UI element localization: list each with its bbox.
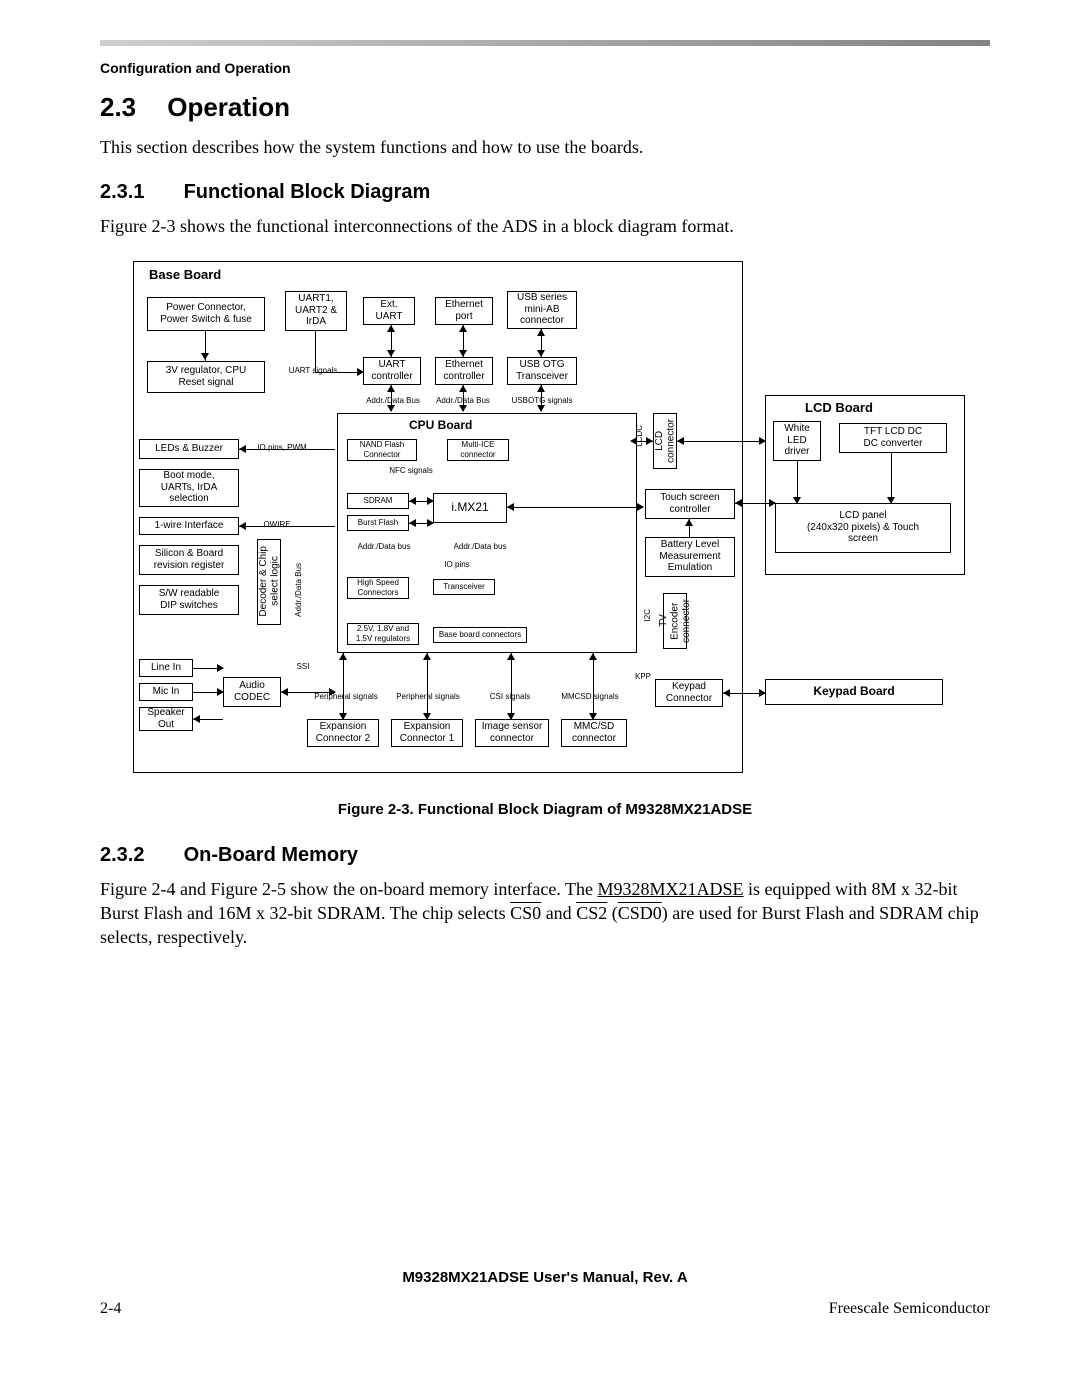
ethernet-port-box: Ethernetport (435, 297, 493, 325)
body-text: ( (607, 903, 618, 923)
usb-miniab-box: USB seriesmini-ABconnector (507, 291, 577, 329)
footer-company: Freescale Semiconductor (829, 1300, 990, 1318)
tv-encoder-label: TVEncoderconnector (658, 599, 693, 643)
body-text: and (541, 903, 576, 923)
section-title: Operation (167, 92, 290, 122)
white-led-box: WhiteLEDdriver (773, 421, 821, 461)
sig-ssi: SSI (291, 663, 315, 672)
3v-regulator-box: 3V regulator, CPUReset signal (147, 361, 265, 393)
audio-codec-box: AudioCODEC (223, 677, 281, 707)
tft-dc-box: TFT LCD DCDC converter (839, 423, 947, 453)
footer-manual-title: M9328MX21ADSE User's Manual, Rev. A (100, 1269, 990, 1286)
figure-caption: Figure 2-3. Functional Block Diagram of … (100, 801, 990, 818)
lcd-connector-label: LCDconnector (654, 419, 677, 463)
decoder-label: Decoder & Chipselect logic (258, 546, 281, 617)
csd0-label: CSD0 (618, 903, 662, 923)
imx21-box: i.MX21 (433, 493, 507, 523)
section-title: On-Board Memory (184, 844, 358, 866)
section-2.3.1-body: Figure 2-3 shows the functional intercon… (100, 214, 990, 238)
nand-flash-box: NAND FlashConnector (347, 439, 417, 461)
burst-flash-box: Burst Flash (347, 515, 409, 531)
sig-io-pins: IO pins (435, 561, 479, 570)
uart-controller-box: UARTcontroller (363, 357, 421, 385)
figure-2-3-diagram: Base Board CPU Board LCD Board Keypad Bo… (115, 253, 975, 783)
boot-mode-box: Boot mode,UARTs, IrDAselection (139, 469, 239, 507)
sig-periph-1: Peripheral signals (311, 693, 381, 702)
multi-ice-box: Multi-ICEconnector (447, 439, 509, 461)
one-wire-box: 1-wire Interface (139, 517, 239, 535)
baseboard-conn-box: Base board connectors (433, 627, 527, 643)
section-title: Functional Block Diagram (184, 181, 431, 203)
touch-screen-box: Touch screencontroller (645, 489, 735, 519)
keypad-board-box: Keypad Board (765, 679, 943, 705)
lcd-panel-box: LCD panel(240x320 pixels) & Touchscreen (775, 503, 951, 553)
lcd-board-title: LCD Board (803, 400, 875, 415)
decoder-box: Decoder & Chipselect logic (257, 539, 281, 625)
line-in-box: Line In (139, 659, 193, 677)
ethernet-controller-box: Ethernetcontroller (435, 357, 493, 385)
sdram-box: SDRAM (347, 493, 409, 509)
cpu-board-title: CPU Board (407, 418, 474, 432)
ext-uart-box: Ext.UART (363, 297, 415, 325)
sig-csi: CSI signals (483, 693, 537, 702)
section-2.3.2-body: Figure 2-4 and Figure 2-5 show the on-bo… (100, 877, 990, 950)
section-2.3.1-heading: 2.3.1 Functional Block Diagram (100, 181, 990, 204)
base-board-title: Base Board (147, 267, 223, 282)
footer-page-number: 2-4 (100, 1300, 121, 1318)
battery-box: Battery LevelMeasurementEmulation (645, 537, 735, 577)
mmc-sd-box: MMC/SDconnector (561, 719, 627, 747)
header-rule (100, 40, 990, 46)
body-text: Figure 2-4 and Figure 2-5 show the on-bo… (100, 879, 598, 899)
section-2.3.2-heading: 2.3.2 On-Board Memory (100, 844, 990, 867)
section-number: 2.3.2 (100, 844, 178, 867)
sig-kpp: KPP (631, 673, 655, 682)
section-number: 2.3.1 (100, 181, 178, 204)
section-number: 2.3 (100, 92, 160, 123)
cs2-label: CS2 (576, 903, 607, 923)
product-name: M9328MX21ADSE (598, 879, 744, 899)
keypad-connector-box: KeypadConnector (655, 679, 723, 707)
power-connector-box: Power Connector,Power Switch & fuse (147, 297, 265, 331)
lcd-connector-box: LCDconnector (653, 413, 677, 469)
image-sensor-box: Image sensorconnector (475, 719, 549, 747)
dip-switches-box: S/W readableDIP switches (139, 585, 239, 615)
tv-encoder-box: TVEncoderconnector (663, 593, 687, 649)
transceiver-box: Transceiver (433, 579, 495, 595)
sig-periph-2: Peripheral signals (393, 693, 463, 702)
sig-addr-data-bus-label: Addr./Data Bus (295, 563, 304, 617)
section-2.3-body: This section describes how the system fu… (100, 135, 990, 159)
sig-nfc: NFC signals (383, 467, 439, 476)
sig-i2c-label: I2C (644, 609, 653, 621)
expansion-1-box: ExpansionConnector 1 (391, 719, 463, 747)
sig-i2c: I2C (641, 609, 655, 624)
high-speed-conn-box: High SpeedConnectors (347, 577, 409, 599)
sig-addr-data-bus: Addr./Data Bus (291, 563, 307, 620)
silicon-rev-box: Silicon & Boardrevision register (139, 545, 239, 575)
cs0-label: CS0 (510, 903, 541, 923)
usb-otg-box: USB OTGTransceiver (507, 357, 577, 385)
uart-irda-box: UART1,UART2 &IrDA (285, 291, 347, 331)
regulators-box: 2.5V, 1.8V and1.5V regulators (347, 623, 419, 645)
running-head: Configuration and Operation (100, 60, 990, 76)
expansion-2-box: ExpansionConnector 2 (307, 719, 379, 747)
section-2.3-heading: 2.3 Operation (100, 92, 990, 123)
speaker-out-box: SpeakerOut (139, 707, 193, 731)
sig-addr-data-3: Addr./Data bus (351, 543, 417, 552)
sig-mmcsd: MMCSD signals (555, 693, 625, 702)
sig-addr-data-4: Addr./Data bus (447, 543, 513, 552)
leds-buzzer-box: LEDs & Buzzer (139, 439, 239, 459)
mic-in-box: Mic In (139, 683, 193, 701)
